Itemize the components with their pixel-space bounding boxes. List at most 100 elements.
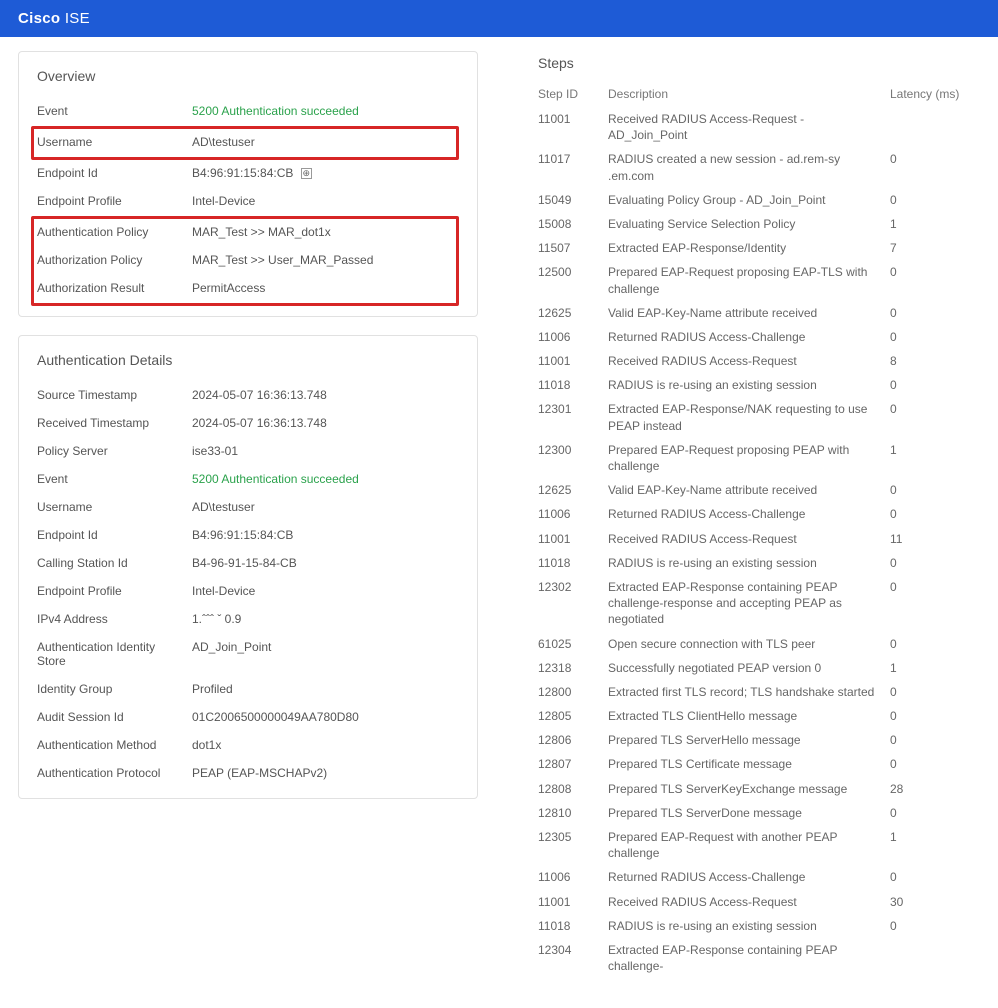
- overview-endpoint-id-row: Endpoint Id B4:96:91:15:84:CB ⊕: [37, 160, 459, 188]
- step-row: 11001Received RADIUS Access-Request11: [538, 527, 980, 551]
- step-id: 12500: [538, 264, 608, 296]
- overview-username-row: Username AD\testuser: [37, 129, 456, 157]
- step-id: 11001: [538, 111, 608, 143]
- step-row: 12301Extracted EAP-Response/NAK requesti…: [538, 397, 980, 437]
- brand-bold: Cisco: [18, 10, 60, 27]
- step-id: 11018: [538, 918, 608, 934]
- details-recv-ts-label: Received Timestamp: [37, 416, 192, 430]
- details-calling-station-row: Calling Station Id B4-96-91-15-84-CB: [37, 550, 459, 578]
- step-latency: 1: [890, 216, 980, 232]
- overview-authn-policy-label: Authentication Policy: [37, 225, 192, 239]
- step-desc: Received RADIUS Access-Request: [608, 531, 890, 547]
- step-desc: RADIUS is re-using an existing session: [608, 555, 890, 571]
- step-desc: Returned RADIUS Access-Challenge: [608, 329, 890, 345]
- details-auth-proto-row: Authentication Protocol PEAP (EAP-MSCHAP…: [37, 760, 459, 788]
- left-column: Overview Event 5200 Authentication succe…: [18, 51, 478, 817]
- overview-endpoint-profile-value: Intel-Device: [192, 194, 459, 208]
- step-desc: Extracted first TLS record; TLS handshak…: [608, 684, 890, 700]
- step-id: 61025: [538, 636, 608, 652]
- step-row: 12810Prepared TLS ServerDone message0: [538, 801, 980, 825]
- step-latency: 0: [890, 708, 980, 724]
- details-calling-station-label: Calling Station Id: [37, 556, 192, 570]
- step-id: 12302: [538, 579, 608, 628]
- details-event-label: Event: [37, 472, 192, 486]
- overview-authz-result-label: Authorization Result: [37, 281, 192, 295]
- step-latency: 30: [890, 894, 980, 910]
- step-row: 12304Extracted EAP-Response containing P…: [538, 938, 980, 978]
- details-ipv4-value: 1.ˆˆˆ ˇ 0.9: [192, 612, 459, 626]
- step-latency: 0: [890, 684, 980, 700]
- step-latency: 0: [890, 756, 980, 772]
- details-username-value: AD\testuser: [192, 500, 459, 514]
- step-latency: 0: [890, 636, 980, 652]
- step-latency: 0: [890, 506, 980, 522]
- step-id: 12810: [538, 805, 608, 821]
- brand-light: ISE: [60, 10, 90, 27]
- steps-body: 11001Received RADIUS Access-Request - AD…: [538, 107, 980, 978]
- step-row: 11006Returned RADIUS Access-Challenge0: [538, 865, 980, 889]
- details-recv-ts-value: 2024-05-07 16:36:13.748: [192, 416, 459, 430]
- step-row: 12805Extracted TLS ClientHello message0: [538, 704, 980, 728]
- top-bar: Cisco ISE: [0, 0, 998, 37]
- step-row: 11006Returned RADIUS Access-Challenge0: [538, 325, 980, 349]
- step-id: 12318: [538, 660, 608, 676]
- details-audit-sid-label: Audit Session Id: [37, 710, 192, 724]
- step-desc: Evaluating Service Selection Policy: [608, 216, 890, 232]
- overview-endpoint-id-text: B4:96:91:15:84:CB: [192, 166, 293, 180]
- step-latency: 0: [890, 401, 980, 433]
- right-column: Steps Step ID Description Latency (ms) 1…: [538, 51, 980, 978]
- details-username-row: Username AD\testuser: [37, 494, 459, 522]
- step-row: 11018RADIUS is re-using an existing sess…: [538, 551, 980, 575]
- details-calling-station-value: B4-96-91-15-84-CB: [192, 556, 459, 570]
- details-policy-server-label: Policy Server: [37, 444, 192, 458]
- step-desc: Prepared TLS ServerHello message: [608, 732, 890, 748]
- step-row: 11507Extracted EAP-Response/Identity7: [538, 236, 980, 260]
- step-row: 12806Prepared TLS ServerHello message0: [538, 728, 980, 752]
- step-id: 12625: [538, 305, 608, 321]
- expand-endpoint-icon[interactable]: ⊕: [301, 168, 312, 179]
- details-endpoint-profile-label: Endpoint Profile: [37, 584, 192, 598]
- details-id-group-row: Identity Group Profiled: [37, 676, 459, 704]
- step-desc: Evaluating Policy Group - AD_Join_Point: [608, 192, 890, 208]
- overview-username-value: AD\testuser: [192, 135, 456, 149]
- details-id-group-label: Identity Group: [37, 682, 192, 696]
- step-row: 11006Returned RADIUS Access-Challenge0: [538, 502, 980, 526]
- step-id: 12800: [538, 684, 608, 700]
- step-id: 12305: [538, 829, 608, 861]
- step-row: 11001Received RADIUS Access-Request30: [538, 890, 980, 914]
- details-endpoint-id-value: B4:96:91:15:84:CB: [192, 528, 459, 542]
- step-id: 11001: [538, 531, 608, 547]
- details-endpoint-id-row: Endpoint Id B4:96:91:15:84:CB: [37, 522, 459, 550]
- overview-authn-policy-value: MAR_Test >> MAR_dot1x: [192, 225, 456, 239]
- step-latency: 0: [890, 264, 980, 296]
- overview-authz-result-value: PermitAccess: [192, 281, 456, 295]
- step-latency: 0: [890, 192, 980, 208]
- details-src-ts-label: Source Timestamp: [37, 388, 192, 402]
- details-policy-server-value: ise33-01: [192, 444, 459, 458]
- details-auth-id-store-label: Authentication Identity Store: [37, 640, 192, 668]
- step-id: 15008: [538, 216, 608, 232]
- overview-event-value: 5200 Authentication succeeded: [192, 104, 459, 118]
- step-desc: Extracted EAP-Response/NAK requesting to…: [608, 401, 890, 433]
- step-latency: 8: [890, 353, 980, 369]
- details-policy-server-row: Policy Server ise33-01: [37, 438, 459, 466]
- step-id: 15049: [538, 192, 608, 208]
- details-recv-ts-row: Received Timestamp 2024-05-07 16:36:13.7…: [37, 410, 459, 438]
- step-row: 12625Valid EAP-Key-Name attribute receiv…: [538, 301, 980, 325]
- overview-endpoint-id-label: Endpoint Id: [37, 166, 192, 180]
- step-latency: 28: [890, 781, 980, 797]
- overview-event-row: Event 5200 Authentication succeeded: [37, 98, 459, 126]
- step-desc: Prepared TLS ServerDone message: [608, 805, 890, 821]
- step-id: 12805: [538, 708, 608, 724]
- overview-authz-result-row: Authorization Result PermitAccess: [37, 275, 456, 303]
- details-src-ts-row: Source Timestamp 2024-05-07 16:36:13.748: [37, 382, 459, 410]
- step-row: 12500Prepared EAP-Request proposing EAP-…: [538, 260, 980, 300]
- step-id: 11001: [538, 353, 608, 369]
- overview-endpoint-profile-label: Endpoint Profile: [37, 194, 192, 208]
- highlight-policies: Authentication Policy MAR_Test >> MAR_do…: [31, 216, 459, 306]
- step-desc: RADIUS created a new session - ad.rem-sy…: [608, 151, 890, 183]
- step-latency: 0: [890, 377, 980, 393]
- details-auth-proto-label: Authentication Protocol: [37, 766, 192, 780]
- details-ipv4-row: IPv4 Address 1.ˆˆˆ ˇ 0.9: [37, 606, 459, 634]
- step-latency: 11: [890, 531, 980, 547]
